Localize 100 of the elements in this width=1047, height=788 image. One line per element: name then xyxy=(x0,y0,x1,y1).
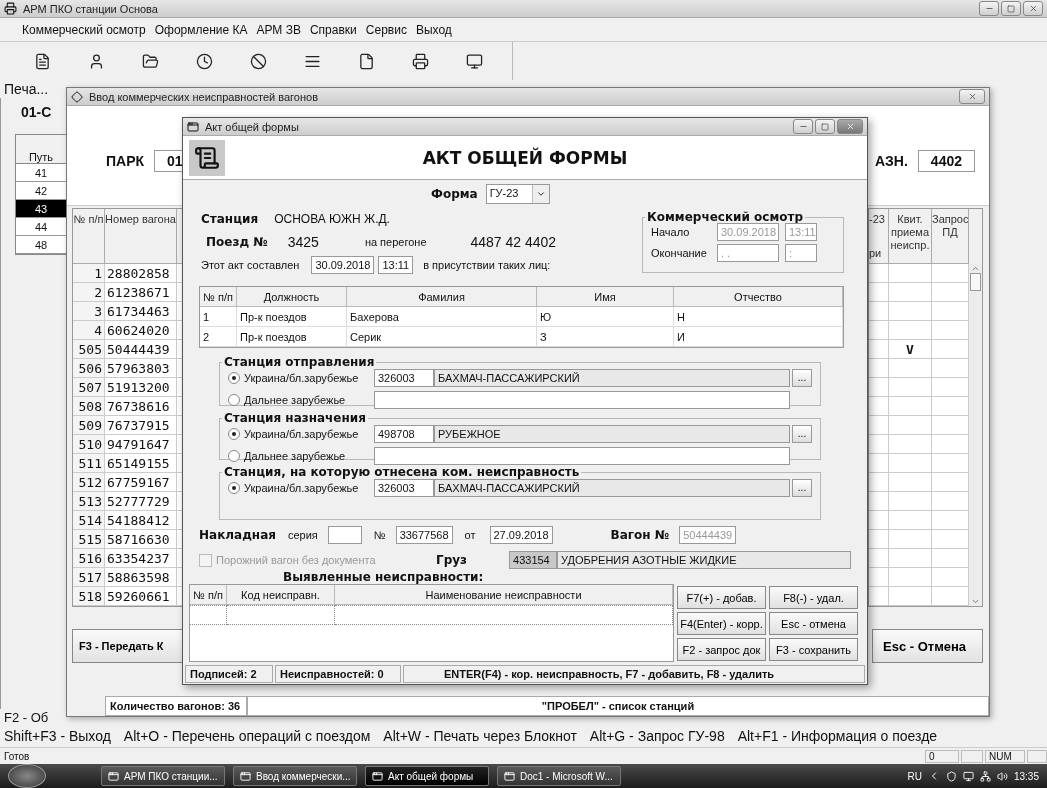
radio-label: Украина/бл.зарубежье xyxy=(244,427,360,440)
taskbar-item[interactable]: Doc1 - Microsoft W... xyxy=(497,766,621,786)
series-label: серия xyxy=(287,529,318,541)
stretch-label: на перегоне xyxy=(364,235,427,248)
station-name-field[interactable]: БАХМАЧ-ПАССАЖИРСКИЙ xyxy=(434,478,790,497)
checkbox-label: Порожний вагон без документа xyxy=(216,554,377,566)
table-cell: 514 xyxy=(73,511,105,530)
toolbar-caption: Печа... xyxy=(4,81,49,97)
taskbar-item[interactable]: Акт общей формы xyxy=(365,766,489,786)
table-cell: Н xyxy=(674,307,843,327)
column-header: Запрос ПД xyxy=(932,209,969,264)
action-button[interactable]: Esc - отмена xyxy=(769,612,858,635)
column-header: Наименование неисправности xyxy=(335,585,673,605)
table-cell: 518 xyxy=(73,587,105,606)
presence-label: в присутствии таких лиц: xyxy=(423,258,551,271)
menu-item[interactable]: Выход xyxy=(415,22,452,37)
station-code-field[interactable]: 326003 xyxy=(374,368,434,387)
time-field[interactable]: 13:11 xyxy=(378,255,414,274)
window-title: Ввод коммерческих неисправностей вагонов xyxy=(89,90,318,103)
date-field[interactable]: 30.09.2018 xyxy=(311,255,375,274)
language-indicator[interactable]: RU xyxy=(907,770,922,782)
table-cell: 76737915 xyxy=(105,416,177,435)
table-cell: 506 xyxy=(73,359,105,378)
station-name-field[interactable]: БАХМАЧ-ПАССАЖИРСКИЙ xyxy=(434,368,790,387)
cargo-name-field[interactable]: УДОБРЕНИЯ АЗОТНЫЕ ЖИДКИЕ xyxy=(557,551,851,569)
table-cell: 51913200 xyxy=(105,378,177,397)
table-cell: Серик xyxy=(347,327,537,347)
menu-item[interactable]: Справки xyxy=(309,22,357,37)
window-title: АРМ ПКО станции Основа xyxy=(23,2,158,15)
column-header: № п/п xyxy=(73,209,105,264)
stretch-value: 4487 42 4402 xyxy=(470,233,557,250)
shortcut-hint: Alt+F1 - Информация о поезде xyxy=(737,728,938,744)
menu-item[interactable]: Оформление КА xyxy=(154,22,248,37)
number-label: № xyxy=(373,529,386,541)
table-cell: 52777729 xyxy=(105,492,177,511)
taskbar-item[interactable]: АРМ ПКО станции... xyxy=(101,766,225,786)
table-cell: 517 xyxy=(73,568,105,587)
action-button[interactable]: F4(Enter) - корр. xyxy=(677,612,766,635)
clock: 13:35 xyxy=(1013,770,1039,782)
browse-button[interactable]: ... xyxy=(792,368,812,387)
menu-item[interactable]: АРМ ЗВ xyxy=(256,22,301,37)
form-dropdown[interactable]: ГУ-23 xyxy=(485,183,551,204)
station-name-field[interactable]: РУБЕЖНОЕ xyxy=(434,424,790,443)
cargo-code-field[interactable]: 433154 xyxy=(509,551,558,569)
table-cell: 76738616 xyxy=(105,397,177,416)
column-header: Отчество xyxy=(674,287,843,307)
table-cell: 515 xyxy=(73,530,105,549)
table-cell: 67759167 xyxy=(105,473,177,492)
action-button[interactable]: F2 - запрос док xyxy=(677,638,766,661)
date-label: от xyxy=(464,529,476,541)
action-button[interactable]: F7(+) - добав. xyxy=(677,586,766,609)
train-label: Поезд № xyxy=(206,234,268,249)
table-cell: Бахерова xyxy=(347,307,537,327)
menu-item[interactable]: Коммерческий осмотр xyxy=(22,22,146,37)
taskbar-item[interactable]: Ввод коммерчески... xyxy=(233,766,357,786)
status-text: Подписей: 2 xyxy=(185,665,273,683)
table-cell: Ю xyxy=(537,307,674,327)
station-value: ОСНОВА ЮЖН Ж.Д. xyxy=(274,211,390,226)
menu-item[interactable]: Сервис xyxy=(365,22,407,37)
action-button[interactable]: F3 - сохранить xyxy=(769,638,858,661)
radio-label: Дальнее зарубежье xyxy=(244,393,347,406)
table-cell: 61734463 xyxy=(105,302,177,321)
park-title: 01-С xyxy=(20,103,53,120)
browse-button[interactable]: ... xyxy=(792,478,812,497)
window-title: Акт общей формы xyxy=(205,120,299,133)
hint-text: F2 - Об xyxy=(4,709,49,725)
wagon-count: Количество вагонов: 36 xyxy=(105,696,247,716)
action-button[interactable]: F8(-) - удал. xyxy=(769,586,858,609)
table-cell: V xyxy=(889,340,932,359)
cancel-button[interactable]: Esc - Отмена xyxy=(872,629,983,663)
track-item[interactable]: 43 xyxy=(16,200,66,218)
destination-label: АЗН. xyxy=(874,153,908,169)
destination-field[interactable]: 4402 xyxy=(917,150,975,172)
group-title: Станция отправления xyxy=(223,356,376,368)
station-code-field[interactable]: 326003 xyxy=(374,478,434,497)
table-cell: И xyxy=(674,327,843,347)
table-cell: 505 xyxy=(73,340,105,359)
shortcut-hint: Alt+G - Запрос ГУ-98 xyxy=(589,728,725,744)
station-code-field[interactable]: 498708 xyxy=(374,424,434,443)
column-header: Код неисправн. xyxy=(227,585,335,605)
date-field[interactable]: 27.09.2018 xyxy=(489,526,553,544)
table-cell: 57963803 xyxy=(105,359,177,378)
hint-text: "ПРОБЕЛ" - список станций xyxy=(247,696,989,716)
dialog-heading: АКТ ОБЩЕЙ ФОРМЫ xyxy=(421,147,629,168)
table-cell: 94791647 xyxy=(105,435,177,454)
status-field: 0 xyxy=(925,749,959,763)
column-header: ри xyxy=(869,247,882,259)
station-label: Станция xyxy=(201,211,259,226)
table-cell: 59260661 xyxy=(105,587,177,606)
table-cell: 4 xyxy=(73,321,105,340)
browse-button[interactable]: ... xyxy=(792,424,812,443)
waybill-number-field[interactable]: 33677568 xyxy=(395,526,453,544)
waybill-label: Накладная xyxy=(199,528,276,542)
wagon-label: Вагон № xyxy=(610,528,670,542)
table-cell: 61238671 xyxy=(105,283,177,302)
radio-label: Украина/бл.зарубежье xyxy=(244,481,360,494)
column-header: Путь xyxy=(16,135,66,164)
table-cell: Пр-к поездов xyxy=(237,307,347,327)
park-label: ПАРК xyxy=(106,153,145,169)
shortcut-hint: Alt+O - Перечень операций с поездом xyxy=(123,728,371,744)
